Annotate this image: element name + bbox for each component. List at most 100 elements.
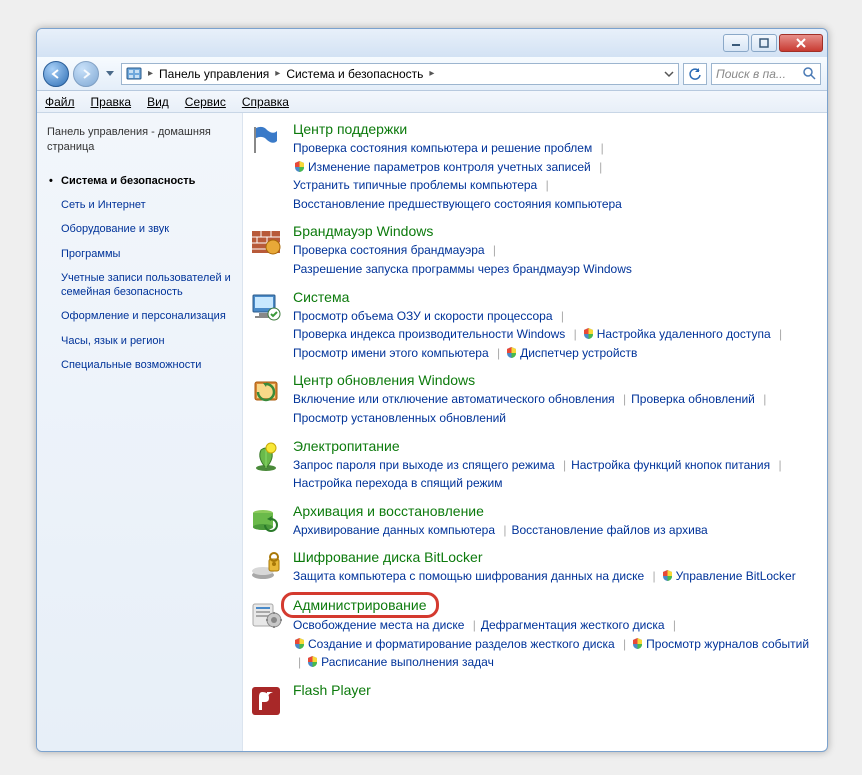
menu-tools[interactable]: Сервис [185,95,226,109]
category-title[interactable]: Брандмауэр Windows [293,223,433,239]
task-list: Запрос пароля при выходе из спящего режи… [293,456,813,493]
separator: | [758,392,771,406]
task-link[interactable]: Проверка индекса производительности Wind… [293,327,565,341]
category: Центр поддержки Проверка состояния компью… [249,121,813,213]
task-link[interactable]: Дефрагментация жесткого диска [481,618,665,632]
category: Электропитание Запрос пароля при выходе и… [249,438,813,493]
wall-icon [249,225,283,259]
category: Центр обновления Windows Включение или от… [249,372,813,427]
sidebar-item[interactable]: Система и безопасность [47,169,232,193]
menu-bar: Файл Правка Вид Сервис Справка [37,91,827,113]
task-link[interactable]: Архивирование данных компьютера [293,523,495,537]
task-list: Защита компьютера с помощью шифрования д… [293,567,813,586]
task-link[interactable]: Создание и форматирование разделов жестк… [293,637,615,651]
menu-edit[interactable]: Правка [91,95,132,109]
task-list: Архивирование данных компьютера |Восстан… [293,521,813,540]
sidebar-home-link[interactable]: Панель управления - домашняя страница [47,125,232,155]
separator: | [492,346,505,360]
task-link[interactable]: Защита компьютера с помощью шифрования д… [293,569,644,583]
category-title[interactable]: Центр обновления Windows [293,372,475,388]
task-link[interactable]: Просмотр объема ОЗУ и скорости процессор… [293,309,553,323]
category-title[interactable]: Система [293,289,349,305]
separator: | [648,569,661,583]
separator: | [668,618,681,632]
bitlocker-icon [249,551,283,585]
task-link[interactable]: Восстановление предшествующего состояния… [293,197,622,211]
category-title[interactable]: Электропитание [293,438,400,454]
task-link[interactable]: Диспетчер устройств [505,346,637,360]
search-icon [803,67,816,80]
category-title[interactable]: Flash Player [293,682,371,698]
category-title[interactable]: Шифрование диска BitLocker [293,549,483,565]
task-list: Включение или отключение автоматического… [293,390,813,427]
search-input[interactable]: Поиск в па... [711,63,821,85]
task-link[interactable]: Настройка функций кнопок питания [571,458,770,472]
separator: | [773,458,786,472]
task-link[interactable]: Изменение параметров контроля учетных за… [293,160,591,174]
chevron-down-icon[interactable] [664,69,674,79]
minimize-button[interactable] [723,34,749,52]
flash-icon [249,684,283,718]
task-list: Проверка состояния компьютера и решение … [293,139,813,213]
task-link[interactable]: Настройка перехода в спящий режим [293,476,502,490]
category: Администрирование Освобождение места на д… [249,596,813,672]
category-title[interactable]: Администрирование [285,596,435,614]
task-link[interactable]: Восстановление файлов из архива [511,523,707,537]
task-link[interactable]: Проверка состояния брандмауэра [293,243,485,257]
separator: | [558,458,571,472]
separator: | [488,243,501,257]
task-link[interactable]: Просмотр имени этого компьютера [293,346,489,360]
separator: | [774,327,787,341]
sidebar: Панель управления - домашняя страница Си… [37,113,243,751]
sidebar-item[interactable]: Оборудование и звук [47,217,232,241]
sidebar-item[interactable]: Учетные записи пользователей и семейная … [47,266,232,305]
breadcrumb-root[interactable]: Панель управления [159,67,269,81]
category: Шифрование диска BitLocker Защита компьют… [249,549,813,586]
history-dropdown-icon[interactable] [103,65,117,83]
task-link[interactable]: Настройка удаленного доступа [582,327,771,341]
chevron-right-icon: ▸ [146,68,155,79]
task-link[interactable]: Просмотр журналов событий [631,637,809,651]
forward-button[interactable] [73,61,99,87]
flag-icon [249,123,283,157]
sidebar-item[interactable]: Программы [47,242,232,266]
menu-view[interactable]: Вид [147,95,169,109]
refresh-button[interactable] [683,63,707,85]
menu-help[interactable]: Справка [242,95,289,109]
task-link[interactable]: Просмотр установленных обновлений [293,411,506,425]
task-link[interactable]: Разрешение запуска программы через бранд… [293,262,632,276]
task-link[interactable]: Запрос пароля при выходе из спящего режи… [293,458,555,472]
sidebar-item[interactable]: Часы, язык и регион [47,329,232,353]
task-link[interactable]: Проверка состояния компьютера и решение … [293,141,592,155]
address-bar[interactable]: ▸ Панель управления ▸ Система и безопасн… [121,63,679,85]
task-link[interactable]: Включение или отключение автоматического… [293,392,615,406]
update-icon [249,374,283,408]
backup-icon [249,505,283,539]
category-title[interactable]: Архивация и восстановление [293,503,484,519]
close-button[interactable] [779,34,823,52]
separator: | [618,637,631,651]
system-icon [249,291,283,325]
main-content: Центр поддержки Проверка состояния компью… [243,113,827,751]
task-link[interactable]: Устранить типичные проблемы компьютера [293,178,537,192]
task-link[interactable]: Управление BitLocker [661,569,796,583]
maximize-button[interactable] [751,34,777,52]
task-list: Проверка состояния брандмауэра | Разрешен… [293,241,813,278]
category: Flash Player [249,682,813,718]
task-link[interactable]: Проверка обновлений [631,392,755,406]
category-title[interactable]: Центр поддержки [293,121,407,137]
task-link[interactable]: Расписание выполнения задач [306,655,494,669]
separator: | [541,178,554,192]
menu-file[interactable]: Файл [45,95,75,109]
category: Система Просмотр объема ОЗУ и скорости пр… [249,289,813,363]
sidebar-item[interactable]: Сеть и Интернет [47,193,232,217]
back-button[interactable] [43,61,69,87]
search-placeholder: Поиск в па... [716,67,786,81]
admin-icon [249,598,283,632]
breadcrumb-current[interactable]: Система и безопасность [286,67,423,81]
sidebar-item[interactable]: Специальные возможности [47,353,232,377]
task-link[interactable]: Освобождение места на диске [293,618,464,632]
sidebar-item[interactable]: Оформление и персонализация [47,304,232,328]
separator: | [468,618,481,632]
separator: | [556,309,569,323]
